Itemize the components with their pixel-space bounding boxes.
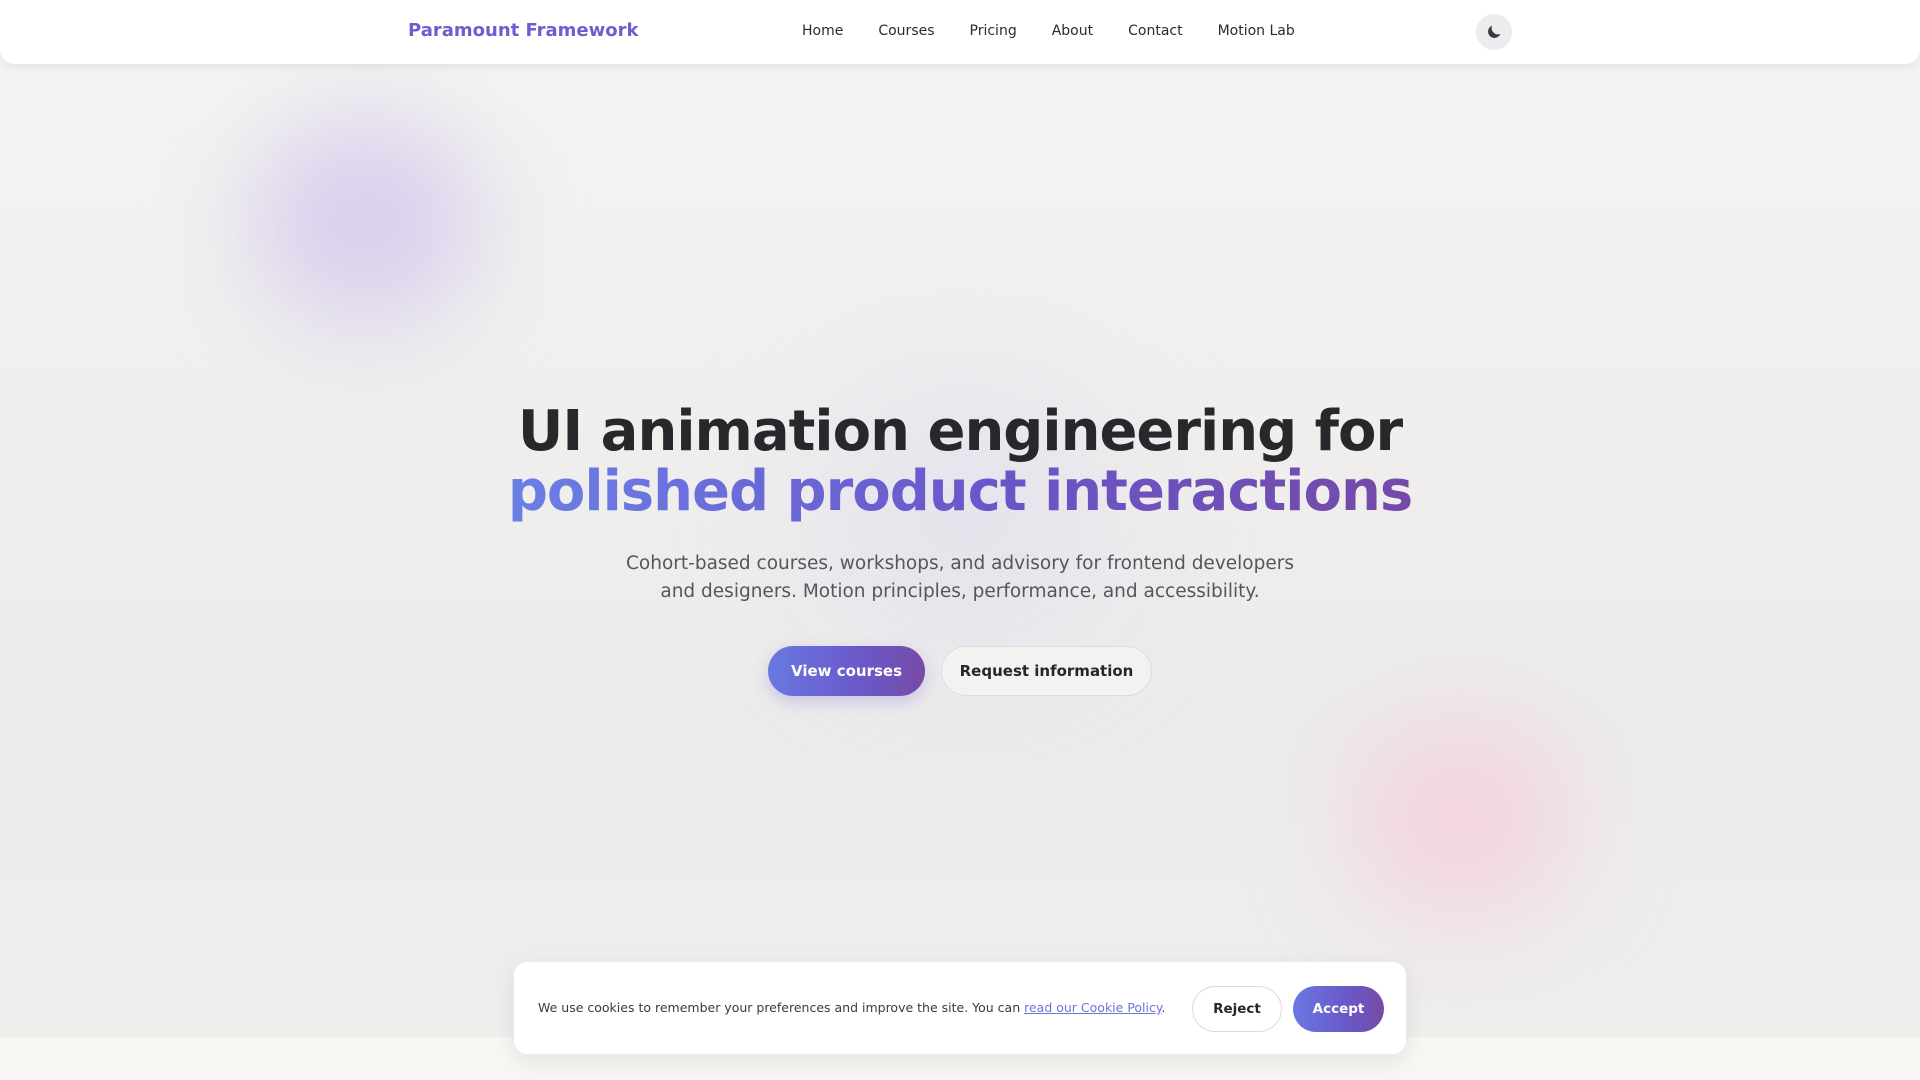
headline-line-2-accent: polished product interactions bbox=[507, 459, 1413, 524]
request-information-button[interactable]: Request information bbox=[941, 646, 1152, 696]
hero-cta-group: View courses Request information bbox=[768, 646, 1152, 696]
cookie-policy-link[interactable]: read our Cookie Policy bbox=[1024, 1000, 1161, 1015]
nav-courses[interactable]: Courses bbox=[878, 23, 934, 39]
nav-home[interactable]: Home bbox=[802, 23, 843, 39]
headline-line-1: UI animation engineering for bbox=[517, 399, 1403, 464]
cookie-banner: We use cookies to remember your preferen… bbox=[513, 961, 1407, 1055]
cookie-message: We use cookies to remember your preferen… bbox=[538, 1000, 1165, 1015]
cookie-message-end: . bbox=[1161, 1000, 1166, 1015]
nav-pricing[interactable]: Pricing bbox=[970, 23, 1017, 39]
brand-logo-link[interactable]: Paramount Framework bbox=[408, 20, 638, 41]
subtitle-line-1: Cohort-based courses, workshops, and adv… bbox=[626, 553, 1294, 574]
theme-toggle-button[interactable] bbox=[1476, 14, 1512, 50]
nav-contact[interactable]: Contact bbox=[1128, 23, 1182, 39]
cookie-message-text: We use cookies to remember your preferen… bbox=[538, 1000, 1025, 1015]
nav-motion-lab[interactable]: Motion Lab bbox=[1218, 23, 1295, 39]
accept-cookies-button[interactable]: Accept bbox=[1293, 986, 1384, 1032]
decorative-purple-glow bbox=[250, 115, 480, 325]
decorative-pink-glow bbox=[1350, 720, 1570, 920]
main-nav: Home Courses Pricing About Contact Motio… bbox=[802, 23, 1295, 39]
hero-headline: UI animation engineering for polished pr… bbox=[0, 402, 1920, 522]
moon-icon bbox=[1488, 25, 1501, 38]
reject-cookies-button[interactable]: Reject bbox=[1192, 986, 1282, 1032]
view-courses-button[interactable]: View courses bbox=[768, 646, 925, 696]
nav-about[interactable]: About bbox=[1052, 23, 1093, 39]
hero-subtitle: Cohort-based courses, workshops, and adv… bbox=[560, 550, 1360, 606]
top-navbar: Paramount Framework Home Courses Pricing… bbox=[0, 0, 1920, 64]
subtitle-line-2: and designers. Motion principles, perfor… bbox=[660, 581, 1260, 602]
page: Paramount Framework Home Courses Pricing… bbox=[0, 0, 1920, 1080]
